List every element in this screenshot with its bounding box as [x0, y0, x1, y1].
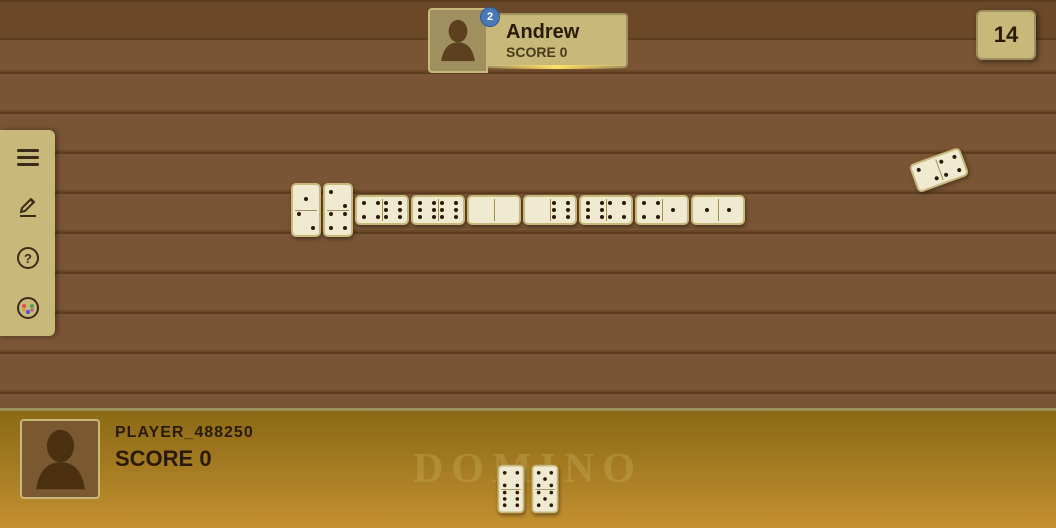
menu-button[interactable] — [8, 138, 48, 178]
player-bottom-score: SCORE 0 — [115, 446, 212, 472]
hand-domino-1[interactable] — [498, 465, 525, 514]
domino-half-left — [584, 199, 606, 221]
domino-tile[interactable] — [635, 195, 689, 225]
domino-half-bottom — [327, 211, 349, 233]
sidebar: ? — [0, 130, 55, 336]
domino-half-top — [295, 188, 317, 210]
player-top-name: Andrew — [506, 21, 608, 44]
domino-half-top — [501, 469, 521, 488]
game-board: ? 14 2 Andr — [0, 0, 1056, 528]
player-badge: 2 — [480, 7, 500, 27]
svg-text:?: ? — [24, 251, 32, 266]
domino-half-bottom — [535, 489, 555, 508]
domino-half-left — [416, 199, 438, 221]
domino-half-right — [495, 199, 517, 221]
player-top-avatar — [428, 8, 488, 73]
domino-half-right — [383, 199, 405, 221]
palette-icon — [17, 297, 39, 319]
hand-domino-2[interactable] — [532, 465, 559, 514]
player-top-info: 2 Andrew SCORE 0 — [488, 13, 628, 68]
score-row: SCORE 0 — [115, 446, 254, 472]
player-bottom-name: PLAYER_488250 — [115, 424, 254, 442]
domino-half-right — [663, 199, 685, 221]
player-hand-dominoes — [496, 462, 560, 516]
round-count-value: 14 — [994, 22, 1018, 48]
round-counter: 14 — [976, 10, 1036, 60]
palette-button[interactable] — [8, 288, 48, 328]
edit-icon — [18, 198, 38, 218]
player-top-score: SCORE 0 — [506, 44, 608, 60]
player-top-panel: 2 Andrew SCORE 0 — [428, 8, 628, 73]
domino-half-right — [551, 199, 573, 221]
domino-tile[interactable] — [323, 183, 353, 237]
domino-half-bottom — [501, 489, 521, 508]
avatar-silhouette-top — [439, 18, 477, 63]
domino-half-top — [535, 469, 555, 488]
domino-half-bottom — [295, 211, 317, 233]
glow-indicator — [488, 65, 626, 69]
domino-half-left — [696, 199, 718, 221]
avatar-silhouette-bottom — [33, 427, 88, 492]
domino-play-area — [70, 100, 966, 320]
domino-half-right — [607, 199, 629, 221]
domino-tile[interactable] — [355, 195, 409, 225]
menu-icon — [17, 149, 39, 167]
domino-tile[interactable] — [579, 195, 633, 225]
domino-half-right — [439, 199, 461, 221]
player-bottom-info: PLAYER_488250 SCORE 0 — [115, 424, 254, 472]
player-badge-value: 2 — [487, 11, 493, 23]
edit-button[interactable] — [8, 188, 48, 228]
domino-tile[interactable] — [411, 195, 465, 225]
domino-half-left — [640, 199, 662, 221]
domino-half-left — [528, 199, 550, 221]
domino-half-left — [360, 199, 382, 221]
domino-tile[interactable] — [291, 183, 321, 237]
help-icon: ? — [17, 247, 39, 269]
domino-half-left — [472, 199, 494, 221]
domino-tile[interactable] — [691, 195, 745, 225]
domino-half-top — [327, 188, 349, 210]
domino-tile[interactable] — [467, 195, 521, 225]
help-button[interactable]: ? — [8, 238, 48, 278]
player-bottom-avatar — [20, 419, 100, 499]
dominoes-row — [291, 183, 745, 237]
domino-half-right — [719, 199, 741, 221]
player-bottom-panel: PLAYER_488250 SCORE 0 DOMINO — [0, 408, 1056, 528]
domino-tile[interactable] — [523, 195, 577, 225]
